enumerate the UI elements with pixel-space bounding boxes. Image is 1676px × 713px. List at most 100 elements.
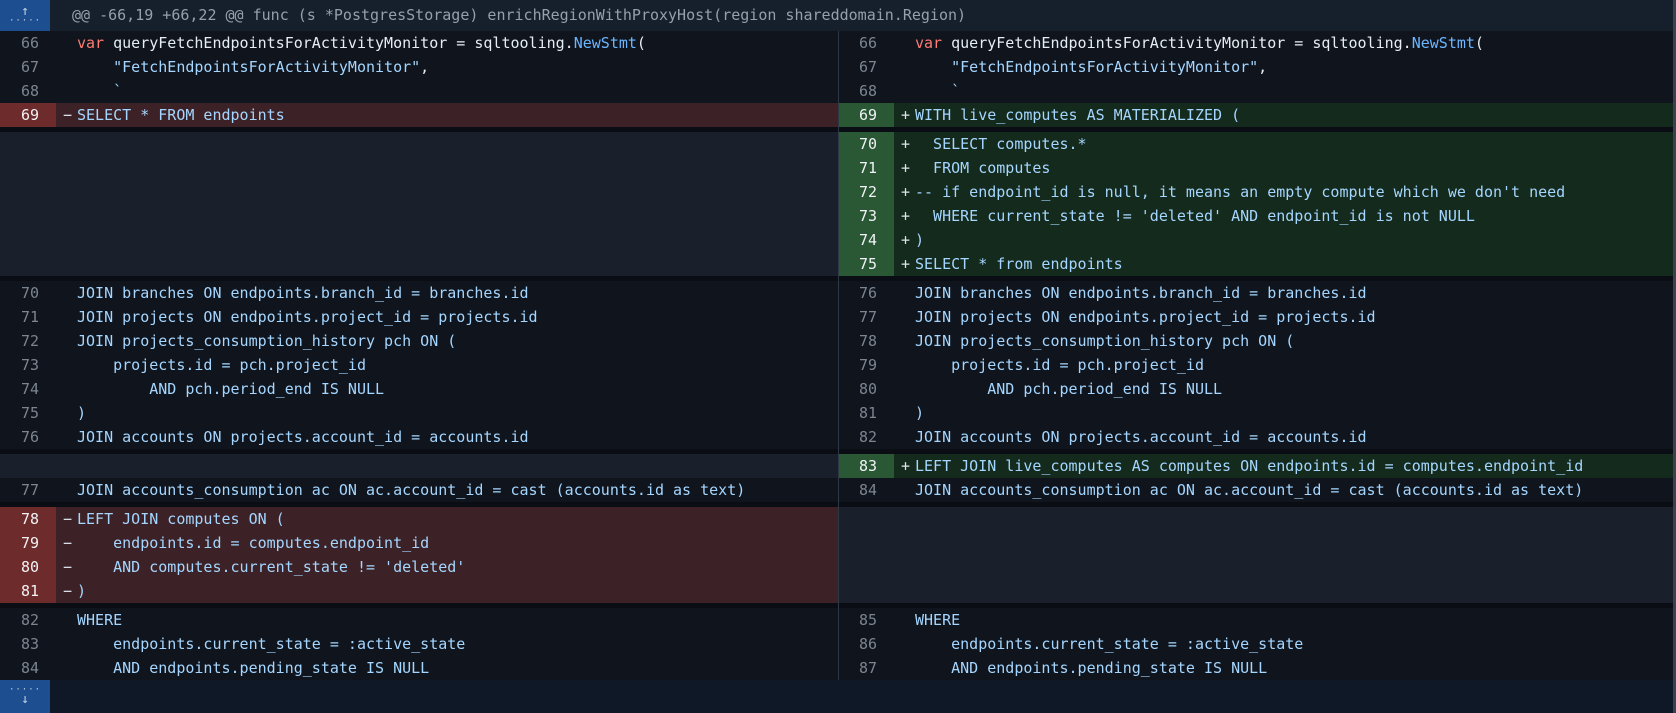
- line-number[interactable]: 87: [838, 656, 894, 680]
- line-number[interactable]: 76: [838, 281, 894, 305]
- code-line[interactable]: LEFT JOIN live_computes AS computes ON e…: [915, 454, 1583, 478]
- diff-side-right: 81): [838, 401, 1676, 425]
- line-number[interactable]: 75: [0, 401, 56, 425]
- diff-row: 71+ FROM computes: [0, 156, 1676, 180]
- diff-marker: [894, 31, 915, 55]
- code-line[interactable]: -- if endpoint_id is null, it means an e…: [915, 180, 1565, 204]
- code-line[interactable]: JOIN accounts_consumption ac ON ac.accou…: [915, 478, 1583, 502]
- line-number[interactable]: 84: [838, 478, 894, 502]
- line-number[interactable]: 80: [0, 555, 56, 579]
- code-line[interactable]: JOIN projects_consumption_history pch ON…: [915, 329, 1294, 353]
- line-number[interactable]: 77: [838, 305, 894, 329]
- code-line[interactable]: JOIN branches ON endpoints.branch_id = b…: [77, 281, 529, 305]
- line-number[interactable]: 83: [0, 632, 56, 656]
- code-line[interactable]: JOIN projects_consumption_history pch ON…: [77, 329, 456, 353]
- code-line[interactable]: AND pch.period_end IS NULL: [915, 377, 1222, 401]
- expand-down-button[interactable]: ····· ↓: [0, 680, 50, 713]
- line-number[interactable]: 72: [838, 180, 894, 204]
- diff-side-right: 68 `: [838, 79, 1676, 103]
- code-row-ctx: JOIN projects ON endpoints.project_id = …: [56, 305, 838, 329]
- diff-side-left: 69−SELECT * FROM endpoints: [0, 103, 838, 127]
- code-line[interactable]: AND endpoints.pending_state IS NULL: [77, 656, 429, 680]
- line-number[interactable]: 70: [838, 132, 894, 156]
- code-line[interactable]: WHERE: [77, 608, 122, 632]
- code-line[interactable]: ): [77, 401, 86, 425]
- code-line[interactable]: endpoints.current_state = :active_state: [915, 632, 1303, 656]
- line-number[interactable]: 76: [0, 425, 56, 449]
- line-number[interactable]: 84: [0, 656, 56, 680]
- code-line[interactable]: SELECT * FROM endpoints: [77, 103, 285, 127]
- code-line[interactable]: ): [915, 401, 924, 425]
- code-line[interactable]: endpoints.id = computes.endpoint_id: [77, 531, 429, 555]
- code-line[interactable]: LEFT JOIN computes ON (: [77, 507, 285, 531]
- line-number[interactable]: 66: [0, 31, 56, 55]
- code-line[interactable]: JOIN branches ON endpoints.branch_id = b…: [915, 281, 1367, 305]
- line-number[interactable]: 75: [838, 252, 894, 276]
- expand-up-button[interactable]: ↑ ·····: [0, 0, 50, 31]
- line-number[interactable]: 69: [838, 103, 894, 127]
- code-line[interactable]: WHERE current_state != 'deleted' AND end…: [915, 204, 1475, 228]
- line-number[interactable]: 85: [838, 608, 894, 632]
- code-line[interactable]: AND pch.period_end IS NULL: [77, 377, 384, 401]
- code-line[interactable]: WHERE: [915, 608, 960, 632]
- line-number[interactable]: 73: [0, 353, 56, 377]
- code-line[interactable]: AND endpoints.pending_state IS NULL: [915, 656, 1267, 680]
- diff-side-right: 77 JOIN projects ON endpoints.project_id …: [838, 305, 1676, 329]
- line-number[interactable]: 71: [0, 305, 56, 329]
- diff-side-left: 84 AND endpoints.pending_state IS NULL: [0, 656, 838, 680]
- line-number[interactable]: 81: [838, 401, 894, 425]
- code-line[interactable]: JOIN projects ON endpoints.project_id = …: [915, 305, 1376, 329]
- line-number[interactable]: 70: [0, 281, 56, 305]
- code-line[interactable]: JOIN accounts ON projects.account_id = a…: [915, 425, 1367, 449]
- line-number[interactable]: 74: [0, 377, 56, 401]
- line-number[interactable]: 86: [838, 632, 894, 656]
- line-number[interactable]: 74: [838, 228, 894, 252]
- code-line[interactable]: ): [915, 228, 924, 252]
- line-number[interactable]: 68: [838, 79, 894, 103]
- diff-marker: [894, 329, 915, 353]
- code-line[interactable]: "FetchEndpointsForActivityMonitor",: [77, 55, 429, 79]
- code-token: "FetchEndpointsForActivityMonitor": [113, 58, 420, 76]
- code-line[interactable]: projects.id = pch.project_id: [915, 353, 1204, 377]
- line-number[interactable]: 79: [838, 353, 894, 377]
- code-line[interactable]: SELECT * from endpoints: [915, 252, 1123, 276]
- line-number[interactable]: 73: [838, 204, 894, 228]
- code-line[interactable]: JOIN accounts ON projects.account_id = a…: [77, 425, 529, 449]
- code-line[interactable]: AND computes.current_state != 'deleted': [77, 555, 465, 579]
- code-row-ctx: AND endpoints.pending_state IS NULL: [894, 656, 1676, 680]
- line-number[interactable]: 81: [0, 579, 56, 603]
- line-number[interactable]: 79: [0, 531, 56, 555]
- diff-row: 75)81): [0, 401, 1676, 425]
- line-number[interactable]: 71: [838, 156, 894, 180]
- line-number[interactable]: 68: [0, 79, 56, 103]
- line-number[interactable]: 72: [0, 329, 56, 353]
- line-number[interactable]: 82: [0, 608, 56, 632]
- diff-marker: [894, 401, 915, 425]
- line-number[interactable]: 77: [0, 478, 56, 502]
- diff-marker: +: [894, 132, 915, 156]
- code-line[interactable]: JOIN accounts_consumption ac ON ac.accou…: [77, 478, 745, 502]
- line-number[interactable]: 66: [838, 31, 894, 55]
- code-line[interactable]: var queryFetchEndpointsForActivityMonito…: [77, 31, 646, 55]
- diff-viewer: ↑ ····· @@ -66,19 +66,22 @@ func (s *Pos…: [0, 0, 1676, 713]
- code-line[interactable]: "FetchEndpointsForActivityMonitor",: [915, 55, 1267, 79]
- line-number[interactable]: 69: [0, 103, 56, 127]
- line-number[interactable]: 78: [0, 507, 56, 531]
- code-line[interactable]: endpoints.current_state = :active_state: [77, 632, 465, 656]
- line-number[interactable]: 80: [838, 377, 894, 401]
- code-line[interactable]: ): [77, 579, 86, 603]
- code-line[interactable]: `: [77, 79, 122, 103]
- code-line[interactable]: projects.id = pch.project_id: [77, 353, 366, 377]
- line-number[interactable]: 78: [838, 329, 894, 353]
- code-line[interactable]: JOIN projects ON endpoints.project_id = …: [77, 305, 538, 329]
- code-line[interactable]: SELECT computes.*: [915, 132, 1087, 156]
- line-number[interactable]: 67: [0, 55, 56, 79]
- code-line[interactable]: `: [915, 79, 960, 103]
- line-number[interactable]: 83: [838, 454, 894, 478]
- code-token: -- if endpoint_id is null, it means an e…: [915, 183, 1565, 201]
- code-line[interactable]: var queryFetchEndpointsForActivityMonito…: [915, 31, 1484, 55]
- code-line[interactable]: WITH live_computes AS MATERIALIZED (: [915, 103, 1240, 127]
- code-line[interactable]: FROM computes: [915, 156, 1050, 180]
- line-number[interactable]: 82: [838, 425, 894, 449]
- line-number[interactable]: 67: [838, 55, 894, 79]
